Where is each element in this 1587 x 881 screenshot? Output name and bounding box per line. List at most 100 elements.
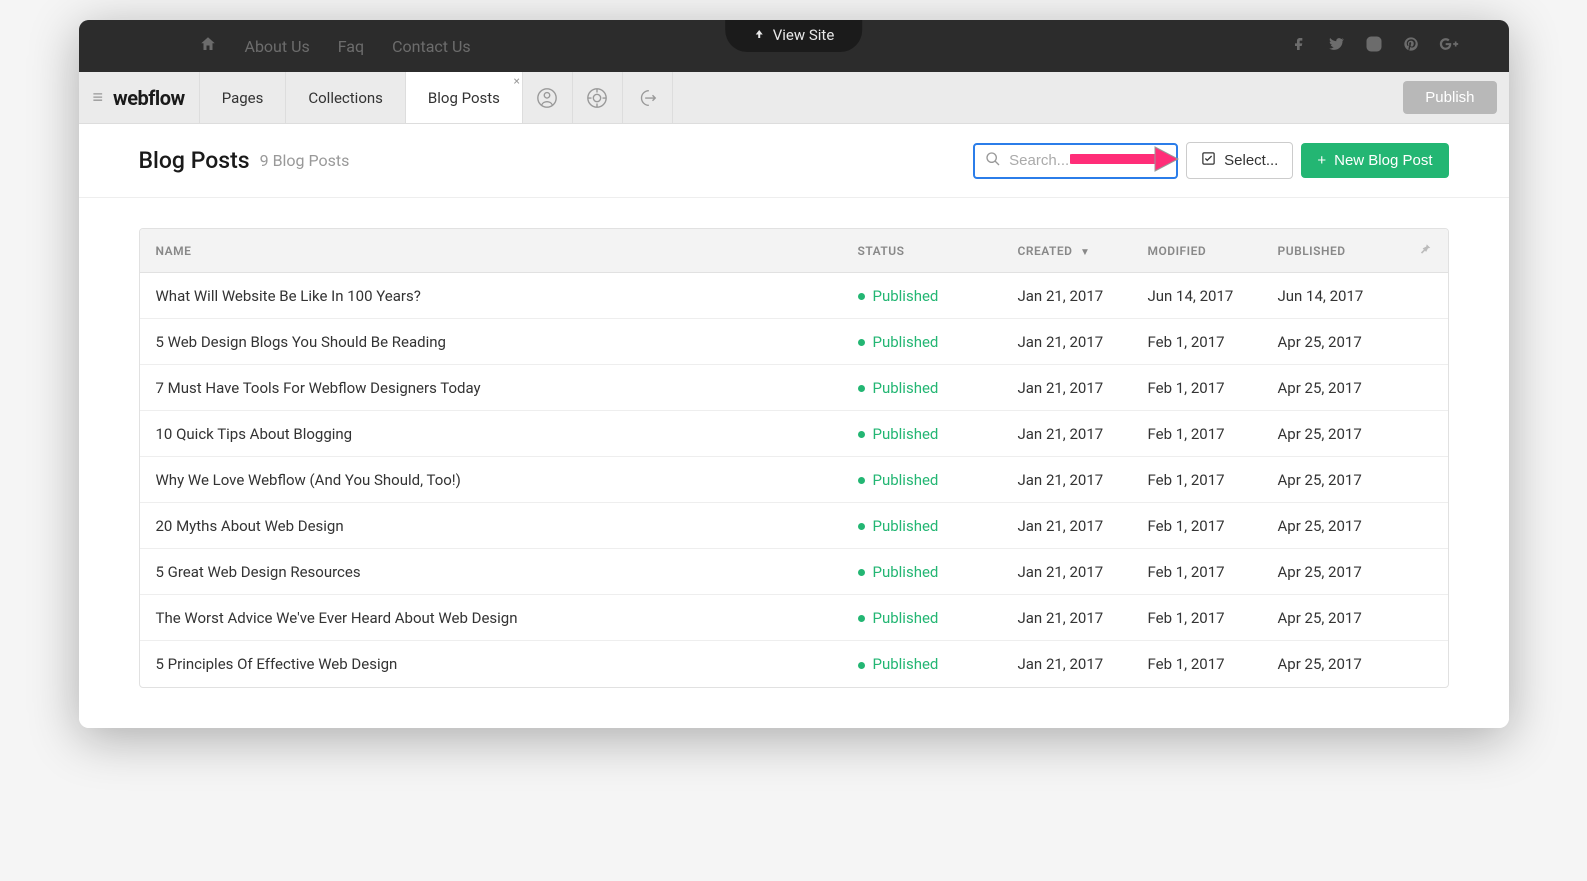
status-text: Published xyxy=(873,471,939,489)
col-header-created-label: CREATED xyxy=(1018,244,1073,258)
site-nav: About Us Faq Contact Us xyxy=(199,35,471,57)
posts-table: NAME STATUS CREATED ▼ MODIFIED PUBLISHED… xyxy=(139,228,1449,688)
cell-modified: Feb 1, 2017 xyxy=(1148,655,1278,673)
status-dot-icon xyxy=(858,293,865,300)
google-plus-icon[interactable] xyxy=(1439,34,1459,58)
menu-icon[interactable]: ≡ xyxy=(93,89,104,107)
cell-published: Apr 25, 2017 xyxy=(1278,655,1408,673)
help-icon[interactable] xyxy=(573,72,623,123)
cell-published: Apr 25, 2017 xyxy=(1278,333,1408,351)
cell-published: Apr 25, 2017 xyxy=(1278,471,1408,489)
col-header-name[interactable]: NAME xyxy=(156,244,858,258)
publish-button[interactable]: Publish xyxy=(1403,81,1496,114)
table-row[interactable]: 5 Web Design Blogs You Should Be Reading… xyxy=(140,319,1448,365)
table-row[interactable]: 7 Must Have Tools For Webflow Designers … xyxy=(140,365,1448,411)
cell-created: Jan 21, 2017 xyxy=(1018,655,1148,673)
status-text: Published xyxy=(873,517,939,535)
select-label: Select... xyxy=(1224,152,1278,169)
social-links xyxy=(1291,34,1459,58)
table-row[interactable]: The Worst Advice We've Ever Heard About … xyxy=(140,595,1448,641)
logout-icon[interactable] xyxy=(623,72,673,123)
tab-pages[interactable]: Pages xyxy=(200,72,287,123)
new-blog-post-button[interactable]: + New Blog Post xyxy=(1301,143,1448,178)
cell-modified: Feb 1, 2017 xyxy=(1148,563,1278,581)
status-dot-icon xyxy=(858,385,865,392)
status-text: Published xyxy=(873,609,939,627)
cell-name: What Will Website Be Like In 100 Years? xyxy=(156,287,858,305)
facebook-icon[interactable] xyxy=(1291,36,1307,56)
cell-created: Jan 21, 2017 xyxy=(1018,609,1148,627)
cell-created: Jan 21, 2017 xyxy=(1018,379,1148,397)
col-header-status[interactable]: STATUS xyxy=(858,244,1018,258)
twitter-icon[interactable] xyxy=(1327,35,1345,57)
select-button[interactable]: Select... xyxy=(1186,142,1293,179)
cell-published: Jun 14, 2017 xyxy=(1278,287,1408,305)
cell-modified: Jun 14, 2017 xyxy=(1148,287,1278,305)
cell-status: Published xyxy=(858,517,1018,535)
cell-status: Published xyxy=(858,655,1018,673)
table-container: NAME STATUS CREATED ▼ MODIFIED PUBLISHED… xyxy=(79,197,1509,728)
status-dot-icon xyxy=(858,569,865,576)
cell-name: Why We Love Webflow (And You Should, Too… xyxy=(156,471,858,489)
status-dot-icon xyxy=(858,339,865,346)
home-icon[interactable] xyxy=(199,35,217,57)
account-icon[interactable] xyxy=(523,72,573,123)
cell-created: Jan 21, 2017 xyxy=(1018,517,1148,535)
cell-published: Apr 25, 2017 xyxy=(1278,563,1408,581)
checkbox-icon xyxy=(1201,151,1216,170)
webflow-logo: webflow xyxy=(113,86,185,110)
editor-left: ≡ webflow xyxy=(79,72,200,123)
col-header-published[interactable]: PUBLISHED xyxy=(1278,244,1408,258)
nav-faq[interactable]: Faq xyxy=(338,37,364,56)
col-header-created[interactable]: CREATED ▼ xyxy=(1018,244,1148,258)
cell-created: Jan 21, 2017 xyxy=(1018,287,1148,305)
instagram-icon[interactable] xyxy=(1365,35,1383,57)
cell-name: The Worst Advice We've Ever Heard About … xyxy=(156,609,858,627)
cell-published: Apr 25, 2017 xyxy=(1278,379,1408,397)
status-dot-icon xyxy=(858,523,865,530)
col-header-modified[interactable]: MODIFIED xyxy=(1148,244,1278,258)
view-site-label: View Site xyxy=(773,26,835,44)
table-row[interactable]: 20 Myths About Web Design Published Jan 21… xyxy=(140,503,1448,549)
status-text: Published xyxy=(873,655,939,673)
table-row[interactable]: Why We Love Webflow (And You Should, Too… xyxy=(140,457,1448,503)
close-icon[interactable]: × xyxy=(514,74,520,88)
cell-published: Apr 25, 2017 xyxy=(1278,425,1408,443)
page-title: Blog Posts xyxy=(139,147,250,174)
page-subtitle: 9 Blog Posts xyxy=(260,151,350,170)
editor-toolbar: ≡ webflow Pages Collections Blog Posts ×… xyxy=(79,72,1509,124)
col-header-pin[interactable] xyxy=(1408,242,1432,259)
table-row[interactable]: 5 Great Web Design ResourcesPublishedJan… xyxy=(140,549,1448,595)
cell-status: Published xyxy=(858,379,1018,397)
cell-name: 5 Web Design Blogs You Should Be Reading xyxy=(156,333,858,351)
tab-blog-posts[interactable]: Blog Posts × xyxy=(406,72,523,123)
view-site-button[interactable]: View Site xyxy=(725,20,863,52)
table-row[interactable]: 10 Quick Tips About BloggingPublishedJan… xyxy=(140,411,1448,457)
page-tools: Select... + New Blog Post xyxy=(973,142,1448,179)
page-header: Blog Posts 9 Blog Posts Select... + xyxy=(79,124,1509,197)
cell-status: Published xyxy=(858,563,1018,581)
cell-status: Published xyxy=(858,287,1018,305)
search-icon xyxy=(985,151,1001,171)
cell-modified: Feb 1, 2017 xyxy=(1148,379,1278,397)
annotation-arrow-icon xyxy=(1070,145,1180,177)
cell-modified: Feb 1, 2017 xyxy=(1148,517,1278,535)
status-text: Published xyxy=(873,563,939,581)
search-box[interactable] xyxy=(973,143,1178,179)
app-window: About Us Faq Contact Us View Site ≡ webf… xyxy=(79,20,1509,728)
tab-collections[interactable]: Collections xyxy=(286,72,406,123)
cell-name: 5 Principles Of Effective Web Design xyxy=(156,655,858,673)
cell-created: Jan 21, 2017 xyxy=(1018,471,1148,489)
cell-published: Apr 25, 2017 xyxy=(1278,609,1408,627)
pinterest-icon[interactable] xyxy=(1403,36,1419,56)
cell-published: Apr 25, 2017 xyxy=(1278,517,1408,535)
nav-contact-us[interactable]: Contact Us xyxy=(392,37,471,56)
cell-name: 20 Myths About Web Design xyxy=(156,517,858,535)
nav-about-us[interactable]: About Us xyxy=(245,37,310,56)
status-dot-icon xyxy=(858,431,865,438)
table-row[interactable]: 5 Principles Of Effective Web Design Publ… xyxy=(140,641,1448,687)
tab-collections-label: Collections xyxy=(308,89,383,107)
table-row[interactable]: What Will Website Be Like In 100 Years?P… xyxy=(140,273,1448,319)
tab-blog-posts-label: Blog Posts xyxy=(428,89,500,107)
tab-pages-label: Pages xyxy=(222,89,264,107)
